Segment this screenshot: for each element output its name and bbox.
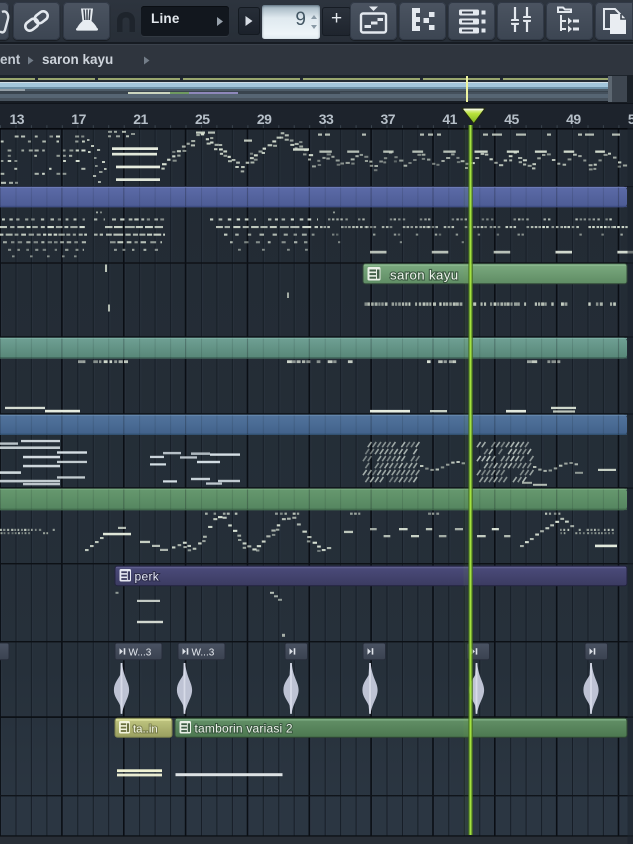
svg-text:33: 33 [319, 111, 334, 127]
svg-text:tamborin variasi 2: tamborin variasi 2 [195, 722, 293, 736]
svg-text:21: 21 [133, 111, 148, 127]
svg-text:W...3: W...3 [129, 647, 152, 658]
svg-text:41: 41 [442, 111, 457, 127]
svg-text:saron kayu: saron kayu [390, 267, 459, 282]
svg-text:25: 25 [195, 111, 210, 127]
svg-text:53: 53 [628, 111, 633, 127]
svg-text:49: 49 [566, 111, 581, 127]
svg-text:45: 45 [504, 111, 519, 127]
svg-text:17: 17 [71, 111, 86, 127]
svg-text:29: 29 [257, 111, 272, 127]
svg-text:37: 37 [381, 111, 396, 127]
svg-text:ta..in: ta..in [133, 723, 158, 735]
svg-text:W...3: W...3 [192, 647, 215, 658]
svg-text:perk: perk [135, 569, 160, 583]
svg-text:13: 13 [10, 111, 25, 127]
